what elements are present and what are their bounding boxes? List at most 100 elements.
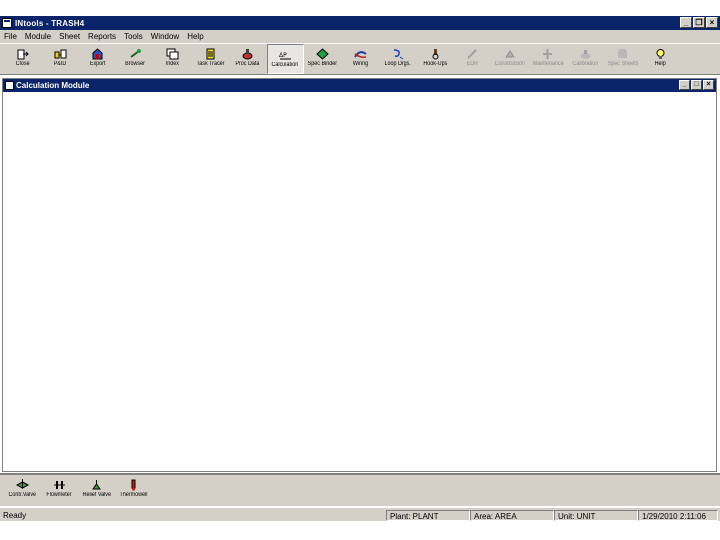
- calibration-icon: [578, 47, 592, 60]
- status-plant: Plant: PLANT: [386, 509, 470, 521]
- svg-text:ΔP: ΔP: [279, 52, 287, 59]
- thermowell-icon: [127, 478, 141, 491]
- toolbar-label: Thermowell: [119, 492, 148, 498]
- door-exit-icon: [16, 47, 30, 60]
- calculation-button[interactable]: ΔP Calculation: [266, 44, 304, 74]
- construction-button[interactable]: Construction: [492, 44, 530, 74]
- desktop-background: [0, 521, 720, 540]
- task-tracer-icon: [203, 47, 217, 60]
- export-button[interactable]: Export: [79, 44, 117, 74]
- toolbar-label: Loop Drgs.: [384, 61, 411, 67]
- menu-tools[interactable]: Tools: [120, 32, 147, 41]
- main-title-bar[interactable]: INtools - TRASH4 _ ❐ ×: [0, 16, 720, 30]
- toolbar-label: Flowmeter: [46, 492, 73, 498]
- thermowell-button[interactable]: Thermowell: [115, 475, 152, 505]
- hook-ups-icon: [428, 47, 442, 60]
- window-title: INtools - TRASH4: [15, 18, 85, 28]
- control-valve-icon: [16, 478, 30, 491]
- loop-drawings-button[interactable]: Loop Drgs.: [379, 44, 417, 74]
- main-toolbar: Close P&ID Export Browser Index Task Tra…: [0, 43, 720, 75]
- menu-help[interactable]: Help: [183, 32, 207, 41]
- maintenance-button[interactable]: Maintenance: [529, 44, 567, 74]
- toolbar-label: Task Tracer: [196, 61, 225, 67]
- toolbar-label: Browser: [125, 61, 146, 67]
- toolbar-label: P&ID: [53, 61, 67, 67]
- calculation-toolbar: Contr.Valve Flowmeter Relief Valve Therm…: [0, 473, 720, 506]
- relief-valve-button[interactable]: Relief Valve: [78, 475, 115, 505]
- toolbar-label: Calculation: [271, 62, 299, 68]
- close-button[interactable]: ×: [706, 17, 718, 28]
- toolbar-label: Close: [15, 61, 30, 67]
- toolbar-label: Spec Sheets: [607, 61, 639, 67]
- browser-icon: [128, 47, 142, 60]
- mdi-client-area: Calculation Module _ □ ×: [0, 76, 720, 472]
- child-window-controls: _ □ ×: [679, 80, 714, 90]
- help-icon: [653, 47, 667, 60]
- restore-button[interactable]: ❐: [693, 17, 705, 28]
- toolbar-label: Hook-Ups: [423, 61, 448, 67]
- pid-button[interactable]: P&ID: [42, 44, 80, 74]
- toolbar-label: Spec Binder: [308, 61, 338, 67]
- control-valve-button[interactable]: Contr.Valve: [4, 475, 41, 505]
- child-title-bar[interactable]: Calculation Module _ □ ×: [3, 79, 716, 92]
- construction-icon: [503, 47, 517, 60]
- toolbar-label: Export: [89, 61, 106, 67]
- toolbar-label: Proc Data: [235, 61, 260, 67]
- menu-file[interactable]: File: [0, 32, 21, 41]
- relief-valve-icon: [90, 478, 104, 491]
- spec-sheets-button[interactable]: Spec Sheets: [604, 44, 642, 74]
- wiring-icon: [353, 47, 367, 60]
- help-button[interactable]: Help: [642, 44, 680, 74]
- pid-icon: [53, 47, 67, 60]
- status-unit: Unit: UNIT: [554, 509, 638, 521]
- child-maximize-button[interactable]: □: [691, 80, 702, 90]
- spec-binder-icon: [316, 47, 330, 60]
- wiring-button[interactable]: Wiring: [342, 44, 380, 74]
- close-module-button[interactable]: Close: [4, 44, 42, 74]
- toolbar-label: Wiring: [352, 61, 368, 67]
- child-close-button[interactable]: ×: [703, 80, 714, 90]
- child-minimize-button[interactable]: _: [679, 80, 690, 90]
- task-tracer-button[interactable]: Task Tracer: [192, 44, 230, 74]
- edr-icon: [466, 47, 480, 60]
- app-icon[interactable]: [2, 18, 12, 28]
- toolbar-label: Calibration: [572, 61, 599, 67]
- module-icon[interactable]: [5, 81, 14, 90]
- toolbar-label: Construction: [495, 61, 526, 67]
- status-ready: Ready: [3, 510, 27, 520]
- window-controls: _ ❐ ×: [680, 17, 718, 28]
- toolbar-label: Help: [654, 61, 666, 67]
- menu-window[interactable]: Window: [147, 32, 183, 41]
- status-area: Area: AREA: [470, 509, 554, 521]
- process-data-icon: [241, 47, 255, 60]
- menu-sheet[interactable]: Sheet: [55, 32, 84, 41]
- hook-ups-button[interactable]: Hook-Ups: [417, 44, 455, 74]
- export-icon: [91, 47, 105, 60]
- toolbar-label: Contr.Valve: [8, 492, 37, 498]
- edr-button[interactable]: EDR: [454, 44, 492, 74]
- status-bar: Ready Plant: PLANT Area: AREA Unit: UNIT…: [0, 507, 720, 522]
- calculation-module-window[interactable]: Calculation Module _ □ ×: [2, 78, 717, 472]
- calculation-icon: ΔP: [278, 48, 292, 61]
- index-icon: [166, 47, 180, 60]
- maintenance-icon: [541, 47, 555, 60]
- process-data-button[interactable]: Proc Data: [229, 44, 267, 74]
- loop-drawings-icon: [391, 47, 405, 60]
- flowmeter-button[interactable]: Flowmeter: [41, 475, 78, 505]
- spec-binder-button[interactable]: Spec Binder: [304, 44, 342, 74]
- toolbar-label: Relief Valve: [82, 492, 111, 498]
- spec-sheets-icon: [616, 47, 630, 60]
- minimize-button[interactable]: _: [680, 17, 692, 28]
- toolbar-label: Index: [166, 61, 180, 67]
- toolbar-label: EDR: [467, 61, 479, 67]
- child-window-title: Calculation Module: [16, 81, 90, 90]
- menu-reports[interactable]: Reports: [84, 32, 120, 41]
- status-datetime: 1/29/2010 2:11:06: [638, 509, 718, 521]
- browser-button[interactable]: Browser: [117, 44, 155, 74]
- flowmeter-icon: [53, 478, 67, 491]
- calibration-button[interactable]: Calibration: [567, 44, 605, 74]
- index-button[interactable]: Index: [154, 44, 192, 74]
- toolbar-label: Maintenance: [532, 61, 564, 67]
- menu-module[interactable]: Module: [21, 32, 55, 41]
- menu-bar: File Module Sheet Reports Tools Window H…: [0, 30, 720, 43]
